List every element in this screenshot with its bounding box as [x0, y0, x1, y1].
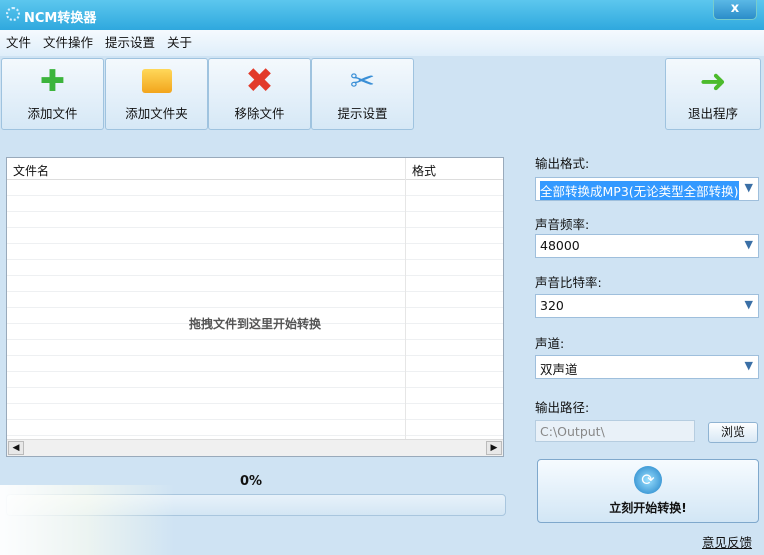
column-divider [405, 158, 406, 440]
prompt-settings-button[interactable]: ✂ 提示设置 [311, 58, 414, 130]
add-file-button[interactable]: ✚ 添加文件 [1, 58, 104, 130]
rate-label: 声音频率: [535, 217, 590, 232]
chevron-down-icon: ▼ [744, 238, 753, 251]
column-filename[interactable]: 文件名 [13, 162, 49, 179]
output-path-input[interactable]: C:\Output\ [535, 420, 695, 442]
x-icon: ✖ [245, 61, 274, 101]
channel-value: 双声道 [540, 362, 578, 377]
add-file-label: 添加文件 [27, 106, 78, 121]
feedback-link[interactable]: 意见反馈 [702, 532, 752, 551]
window-title: NCM转换器 [24, 11, 97, 26]
channel-label: 声道: [535, 336, 565, 351]
bitrate-select[interactable]: 320 ▼ [535, 294, 759, 318]
menu-prompt-settings[interactable]: 提示设置 [99, 30, 161, 56]
arrow-right-icon: ➜ [699, 62, 727, 100]
add-folder-button[interactable]: 添加文件夹 [105, 58, 208, 130]
bitrate-value: 320 [540, 298, 564, 313]
start-convert-button[interactable]: ⟳ 立刻开始转换! [537, 459, 759, 523]
channel-select[interactable]: 双声道 ▼ [535, 355, 759, 379]
chevron-down-icon: ▼ [744, 181, 753, 194]
remove-file-label: 移除文件 [234, 106, 285, 121]
column-format[interactable]: 格式 [412, 162, 436, 179]
menu-about[interactable]: 关于 [161, 30, 198, 56]
chevron-down-icon: ▼ [744, 298, 753, 311]
drop-hint: 拖拽文件到这里开始转换 [188, 317, 321, 331]
app-icon [6, 7, 20, 21]
rate-select[interactable]: 48000 ▼ [535, 234, 759, 258]
folder-icon [106, 59, 207, 103]
progress-text: 0% [240, 474, 263, 489]
format-value: 全部转换成MP3(无论类型全部转换) [540, 181, 739, 200]
title-bar: NCM转换器 x [0, 0, 764, 30]
menu-file[interactable]: 文件 [0, 30, 37, 56]
convert-icon: ⟳ [634, 466, 662, 494]
plus-icon: ✚ [39, 63, 66, 99]
overlay-blur [0, 485, 175, 555]
file-list[interactable]: 文件名 格式 拖拽文件到这里开始转换 ◀ ▶ [6, 157, 504, 457]
path-label: 输出路径: [535, 400, 590, 415]
scroll-left-icon[interactable]: ◀ [8, 441, 24, 455]
list-header: 文件名 格式 [7, 158, 503, 180]
menu-bar: 文件 文件操作 提示设置 关于 [0, 30, 764, 56]
scroll-right-icon[interactable]: ▶ [486, 441, 502, 455]
rate-value: 48000 [540, 238, 580, 253]
format-label: 输出格式: [535, 156, 590, 171]
start-convert-label: 立刻开始转换! [609, 501, 687, 515]
exit-label: 退出程序 [687, 106, 738, 121]
menu-file-ops[interactable]: 文件操作 [37, 30, 99, 56]
format-select[interactable]: 全部转换成MP3(无论类型全部转换) ▼ [535, 177, 759, 201]
close-button[interactable]: x [713, 0, 757, 20]
tools-icon: ✂ [349, 63, 376, 99]
remove-file-button[interactable]: ✖ 移除文件 [208, 58, 311, 130]
prompt-settings-label: 提示设置 [337, 106, 388, 121]
browse-button[interactable]: 浏览 [708, 422, 758, 443]
add-folder-label: 添加文件夹 [125, 106, 188, 121]
bitrate-label: 声音比特率: [535, 275, 602, 290]
list-rows: 拖拽文件到这里开始转换 [7, 180, 503, 438]
horizontal-scrollbar[interactable]: ◀ ▶ [7, 439, 503, 456]
chevron-down-icon: ▼ [744, 359, 753, 372]
exit-button[interactable]: ➜ 退出程序 [665, 58, 761, 130]
